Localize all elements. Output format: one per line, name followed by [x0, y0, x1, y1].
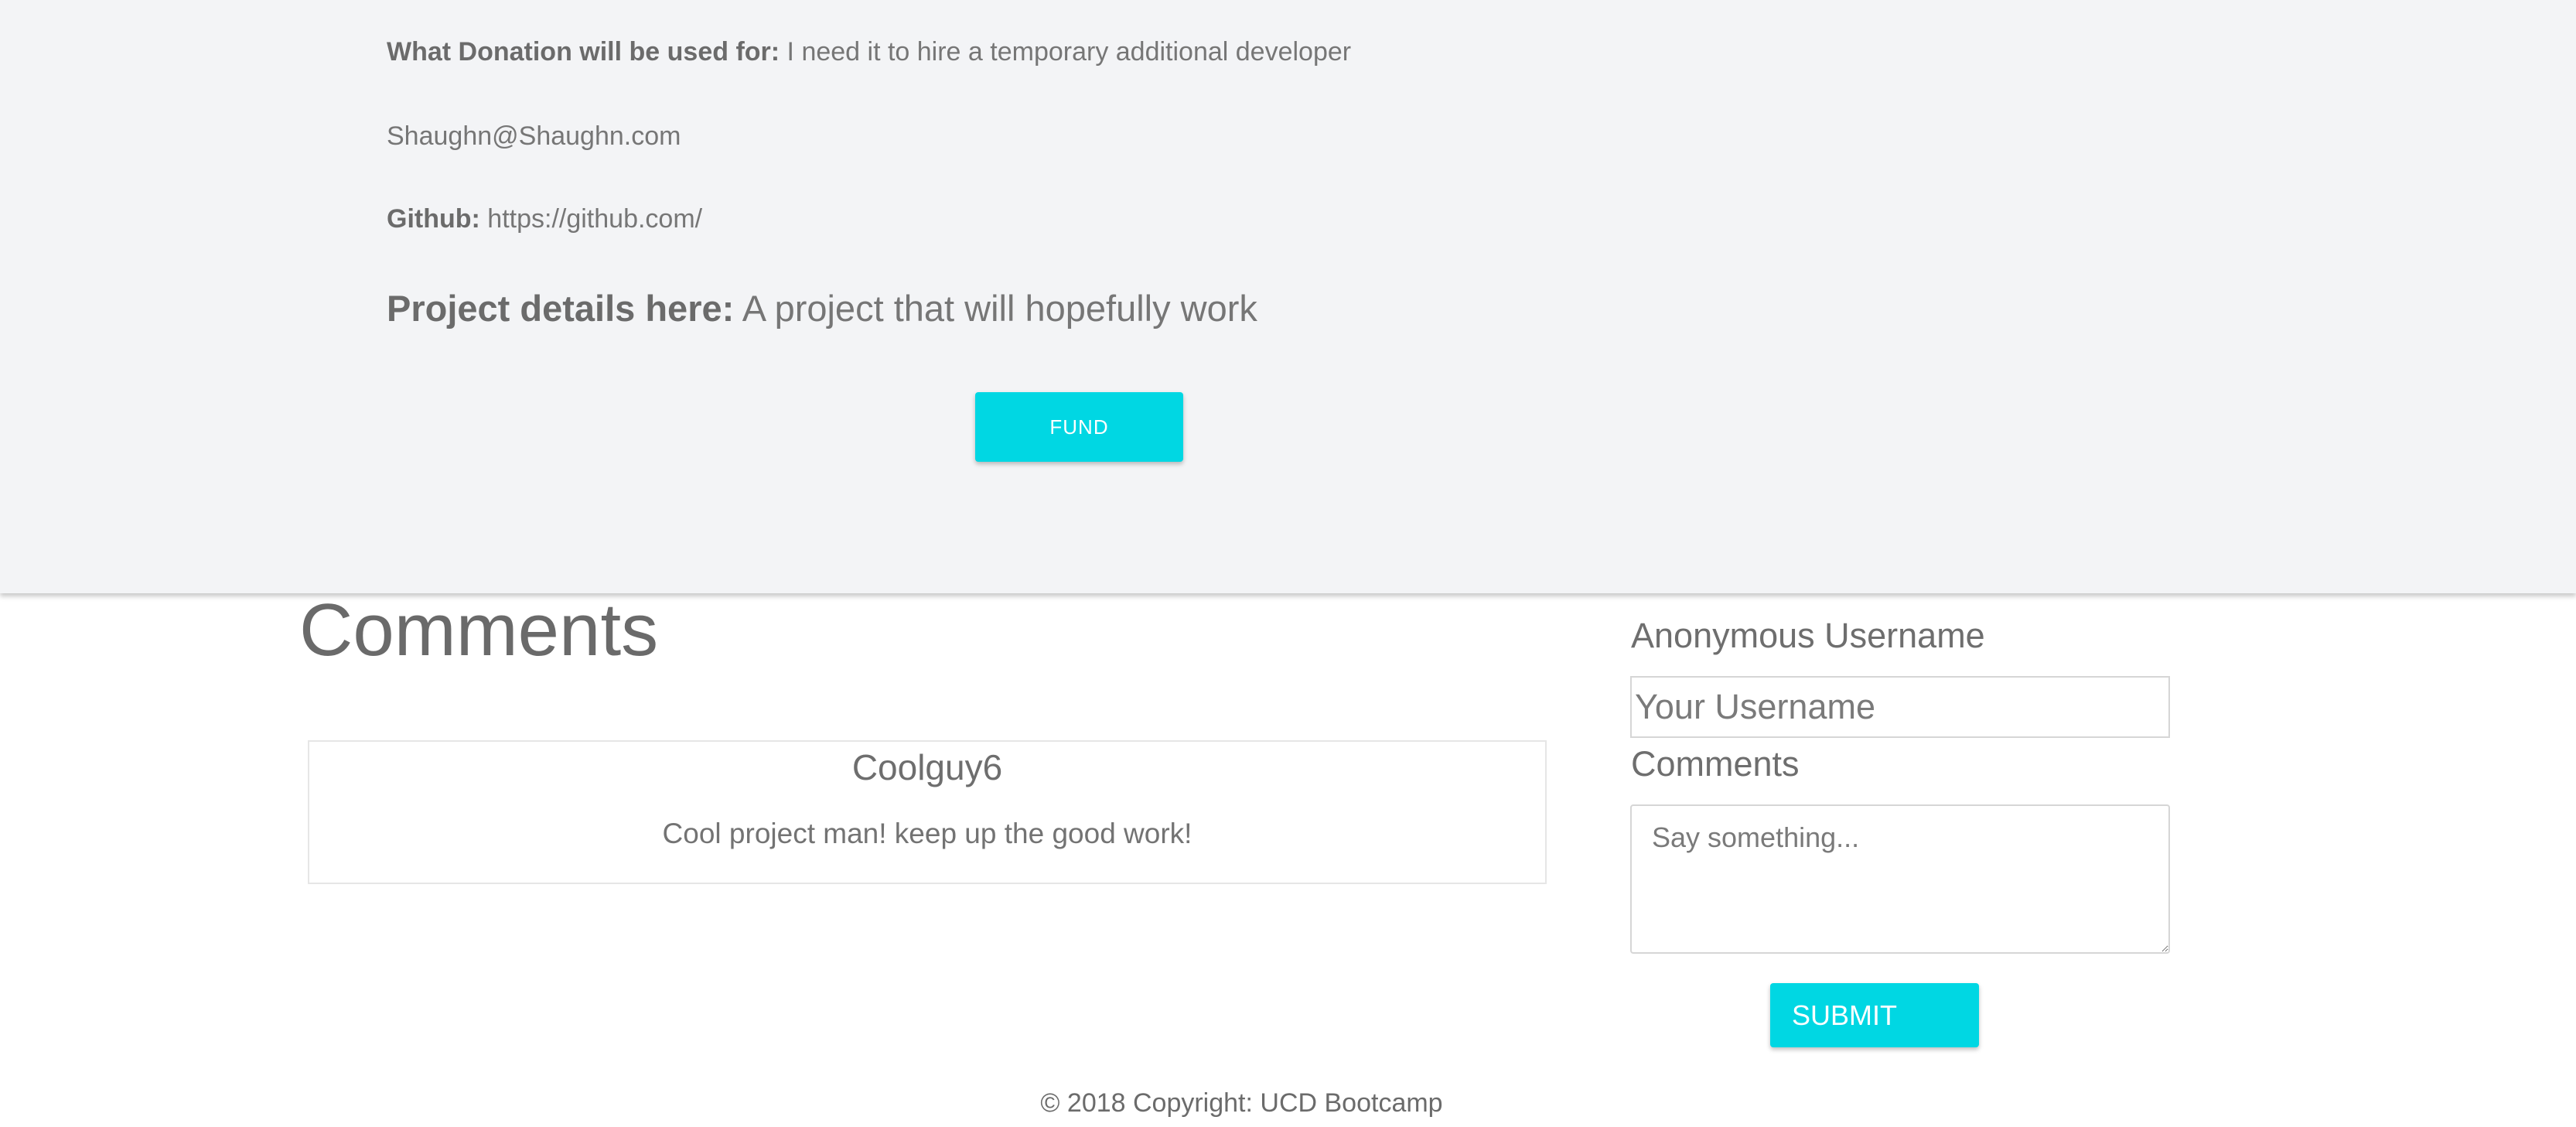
- github-info: Github: https://github.com/: [387, 204, 702, 234]
- project-details-label: Project details here:: [387, 288, 735, 329]
- project-details-value: A project that will hopefully work: [742, 288, 1257, 329]
- footer: © 2018 Copyright: UCD Bootcamp: [0, 1088, 2576, 1118]
- comment-card: Coolguy6 Cool project man! keep up the g…: [308, 740, 1547, 884]
- comment-username: Coolguy6: [851, 747, 1003, 787]
- contact-email: Shaughn@Shaughn.com: [387, 121, 681, 151]
- copyright-text: © 2018 Copyright: UCD Bootcamp: [1040, 1088, 1443, 1118]
- donation-value: I need it to hire a temporary additional…: [786, 37, 1352, 67]
- comment-textarea[interactable]: [1630, 804, 2170, 954]
- comments-heading: Comments: [299, 589, 659, 671]
- comment-text: Cool project man! keep up the good work!: [662, 818, 1192, 849]
- github-link[interactable]: https://github.com/: [487, 204, 702, 234]
- submit-button[interactable]: SUBMIT: [1770, 983, 1979, 1047]
- project-details: Project details here: A project that wil…: [387, 287, 1257, 330]
- comments-label: Comments: [1631, 744, 1800, 784]
- donation-purpose: What Donation will be used for: I need i…: [387, 37, 1351, 67]
- github-label: Github:: [387, 204, 480, 234]
- username-label: Anonymous Username: [1631, 616, 1985, 655]
- donation-label: What Donation will be used for:: [387, 37, 780, 67]
- project-details-panel: What Donation will be used for: I need i…: [0, 0, 2576, 593]
- fund-button[interactable]: FUND: [975, 392, 1183, 462]
- username-input[interactable]: [1630, 676, 2170, 738]
